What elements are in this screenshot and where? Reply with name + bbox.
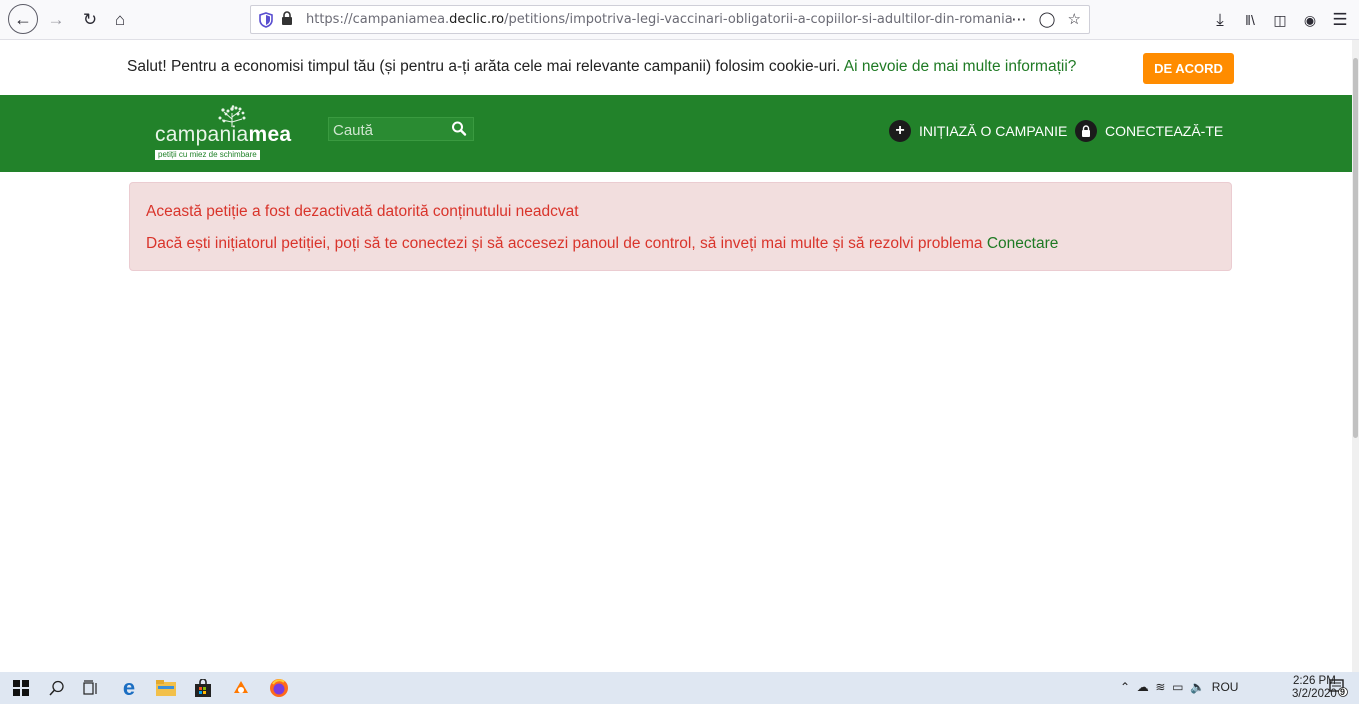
pocket-icon[interactable]: ◯ xyxy=(1039,11,1056,28)
search-icon[interactable] xyxy=(46,678,68,698)
reload-button[interactable]: ↻ xyxy=(80,9,100,31)
logo-tagline: petiții cu miez de schimbare xyxy=(155,150,260,160)
tracking-protection-icon[interactable] xyxy=(259,12,273,28)
system-tray: ⌃ ☁ ≋ ▭ 🔈 ROU xyxy=(1120,680,1238,694)
battery-icon[interactable]: ▭ xyxy=(1172,680,1183,694)
show-hidden-icons-icon[interactable]: ⌃ xyxy=(1120,680,1130,694)
library-icon[interactable]: ‖\ xyxy=(1240,9,1260,31)
search-icon[interactable] xyxy=(451,120,467,138)
url-domain: declic.ro xyxy=(449,12,505,27)
sidebar-icon[interactable]: ◫ xyxy=(1270,9,1290,31)
wifi-icon[interactable]: ≋ xyxy=(1155,680,1165,694)
alert-instructions: Dacă ești inițiatorul petiției, poți să … xyxy=(146,235,1058,253)
site-header: campaniamea petiții cu miez de schimbare… xyxy=(0,95,1352,172)
url-text[interactable]: https://campaniamea.declic.ro/petitions/… xyxy=(306,12,1013,27)
search-input[interactable] xyxy=(331,119,445,141)
login-link[interactable]: CONECTEAZĂ-TE xyxy=(1075,120,1223,142)
volume-icon[interactable]: 🔈 xyxy=(1190,680,1205,694)
accept-cookies-button[interactable]: DE ACORD xyxy=(1143,53,1234,84)
logo-wordmark: campaniamea xyxy=(155,123,291,147)
scrollbar-thumb[interactable] xyxy=(1353,58,1358,438)
url-prefix: https://campaniamea. xyxy=(306,12,450,27)
search-box xyxy=(328,117,474,141)
cookie-message: Salut! Pentru a economisi timpul tău (și… xyxy=(127,58,1076,76)
account-icon[interactable]: ◉ xyxy=(1300,9,1320,31)
login-label: CONECTEAZĂ-TE xyxy=(1105,123,1224,139)
alert-message: Această petiție a fost dezactivată dator… xyxy=(146,203,579,220)
back-button[interactable]: ← xyxy=(8,4,38,34)
start-campaign-label: INIȚIAZĂ O CAMPANIE xyxy=(919,123,1068,139)
logo-text-bold: mea xyxy=(248,123,292,146)
cookie-message-text: Salut! Pentru a economisi timpul tău (și… xyxy=(127,58,841,75)
windows-start-icon[interactable] xyxy=(10,678,32,698)
page-scrollbar[interactable] xyxy=(1352,40,1359,672)
site-logo[interactable]: campaniamea petiții cu miez de schimbare xyxy=(155,105,291,160)
home-button[interactable]: ⌂ xyxy=(110,9,130,31)
login-alert-link[interactable]: Conectare xyxy=(987,235,1059,252)
browser-toolbar: ← → ↻ ⌂ https://campaniamea.declic.ro/pe… xyxy=(0,0,1359,40)
cookie-banner: Salut! Pentru a economisi timpul tău (și… xyxy=(0,40,1352,95)
windows-taskbar: e ⌃ ☁ ≋ ▭ 🔈 ROU 2:26 PM 3/2/2020 9 xyxy=(0,672,1359,704)
address-bar[interactable]: https://campaniamea.declic.ro/petitions/… xyxy=(250,5,1090,34)
notification-count-badge: 9 xyxy=(1340,687,1346,697)
firefox-icon[interactable] xyxy=(268,678,290,698)
menu-icon[interactable]: ☰ xyxy=(1330,9,1350,31)
plus-icon: + xyxy=(889,120,911,142)
logo-text-light: campania xyxy=(155,123,249,146)
file-explorer-icon[interactable] xyxy=(155,678,177,698)
start-campaign-link[interactable]: + INIȚIAZĂ O CAMPANIE xyxy=(889,120,1067,142)
task-view-icon[interactable] xyxy=(80,678,102,698)
edge-browser-icon[interactable]: e xyxy=(118,675,140,700)
lock-icon[interactable] xyxy=(281,11,293,28)
bookmark-star-icon[interactable]: ☆ xyxy=(1068,11,1081,28)
action-center-icon[interactable]: 9 xyxy=(1328,679,1348,697)
avast-icon[interactable] xyxy=(230,678,252,698)
downloads-icon[interactable]: ⤓ xyxy=(1210,9,1230,31)
store-icon[interactable] xyxy=(192,678,214,698)
alert-instructions-text: Dacă ești inițiatorul petiției, poți să … xyxy=(146,235,983,252)
disabled-petition-alert: Această petiție a fost dezactivată dator… xyxy=(129,182,1232,271)
input-language-indicator[interactable]: ROU xyxy=(1212,680,1239,694)
page-actions-icon[interactable]: ⋯ xyxy=(1011,11,1026,28)
lock-icon xyxy=(1075,120,1097,142)
url-path: /petitions/impotriva-legi-vaccinari-obli… xyxy=(504,12,1013,27)
onedrive-icon[interactable]: ☁ xyxy=(1137,680,1149,694)
forward-button[interactable]: → xyxy=(46,9,66,31)
cookie-info-link[interactable]: Ai nevoie de mai multe informații? xyxy=(844,58,1077,75)
